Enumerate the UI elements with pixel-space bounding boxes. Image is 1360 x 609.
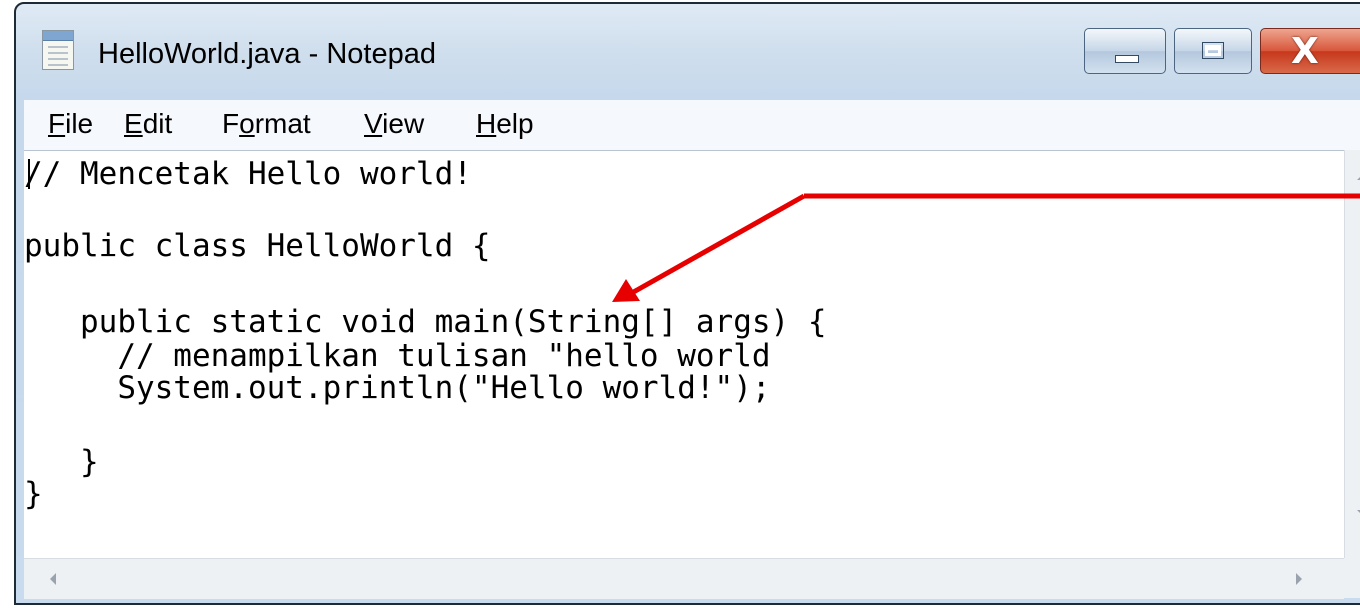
notepad-icon[interactable] <box>42 30 74 70</box>
menu-file[interactable]: File <box>48 108 93 140</box>
code-line: public static void main(String[] args) { <box>24 304 827 340</box>
text-editor[interactable]: // Mencetak Hello world! public class He… <box>24 150 1344 558</box>
code-line: } <box>24 476 43 512</box>
code-line: // menampilkan tulisan "hello world <box>24 338 771 374</box>
code-line: } <box>24 444 99 480</box>
code-line: System.out.println("Hello world!"); <box>24 370 771 406</box>
notepad-window: HelloWorld.java - Notepad X File Edit Fo… <box>14 2 1360 605</box>
title-bar[interactable]: HelloWorld.java - Notepad X <box>16 4 1360 90</box>
scroll-left-icon[interactable] <box>50 573 56 585</box>
menu-edit[interactable]: Edit <box>124 108 172 140</box>
resize-grip-icon[interactable] <box>1344 558 1360 598</box>
horizontal-scrollbar[interactable] <box>24 558 1344 599</box>
menu-format[interactable]: Format <box>222 108 311 140</box>
maximize-icon <box>1202 42 1224 59</box>
maximize-button[interactable] <box>1174 28 1252 74</box>
close-icon: X <box>1291 31 1319 72</box>
menu-view[interactable]: View <box>364 108 424 140</box>
code-line: public class HelloWorld { <box>24 228 491 264</box>
minimize-button[interactable] <box>1084 28 1166 74</box>
close-button[interactable]: X <box>1260 28 1360 74</box>
code-line: // Mencetak Hello world! <box>24 156 472 192</box>
minimize-icon <box>1115 55 1139 63</box>
window-title: HelloWorld.java - Notepad <box>98 38 436 70</box>
menu-help[interactable]: Help <box>476 108 534 140</box>
scroll-right-icon[interactable] <box>1296 573 1302 585</box>
menu-bar: File Edit Format View Help <box>24 100 1360 150</box>
vertical-scrollbar[interactable] <box>1344 150 1360 558</box>
